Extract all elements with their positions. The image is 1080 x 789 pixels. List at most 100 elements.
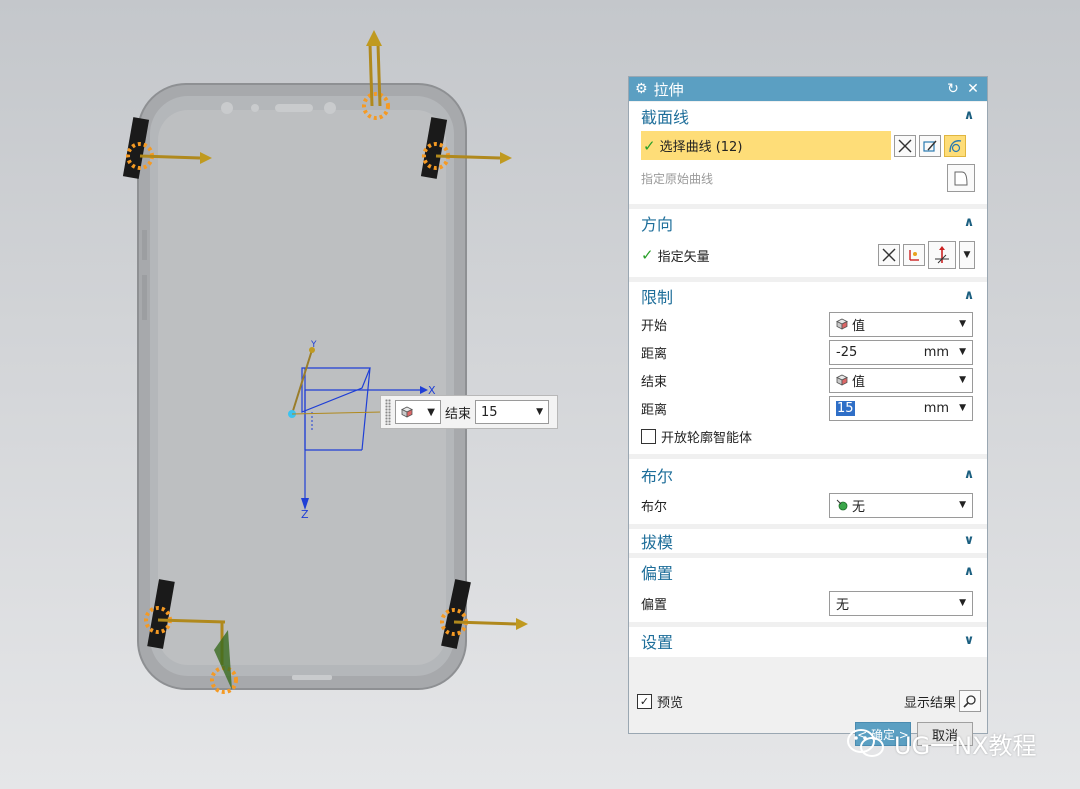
- start-type-value: 值: [852, 318, 866, 334]
- end-distance-input[interactable]: 15 mm ▼: [829, 395, 973, 421]
- deselect-icon[interactable]: [894, 134, 916, 157]
- chevron-down-icon[interactable]: ∨: [961, 633, 977, 649]
- open-profile-label: 开放轮廓智能体: [661, 430, 753, 446]
- limit-type-dropdown[interactable]: ▼: [395, 400, 441, 424]
- dialog-title: 拉伸: [653, 80, 684, 99]
- corner-handle-bottom-right[interactable]: [440, 579, 528, 649]
- end-distance-value: 15: [836, 400, 855, 416]
- group-header-settings[interactable]: 设置 ∨: [629, 627, 987, 655]
- group-header-limits[interactable]: 限制 ∧: [629, 282, 987, 310]
- dialog-body: 截面线 ∧ ✓ 选择曲线 (12) 指定原始曲线 方向 ∧ ✓ 指定矢量 ▼ 限…: [629, 102, 987, 746]
- boolean-value: 无: [852, 499, 866, 515]
- offset-value: 无: [836, 597, 850, 613]
- group-title-limits: 限制: [641, 288, 674, 307]
- group-header-direction[interactable]: 方向 ∧: [629, 209, 987, 237]
- group-header-boolean[interactable]: 布尔 ∧: [629, 459, 987, 491]
- group-title-draft: 拔模: [641, 533, 674, 552]
- chevron-up-icon[interactable]: ∧: [961, 288, 977, 304]
- group-title-settings: 设置: [641, 633, 674, 652]
- chevron-up-icon[interactable]: ∧: [961, 108, 977, 124]
- check-icon: ✓: [641, 246, 654, 264]
- open-profile-row: 开放轮廓智能体: [629, 422, 987, 450]
- group-offset: 偏置 ∧ 偏置 无 ▼: [629, 558, 987, 627]
- open-profile-checkbox[interactable]: [641, 428, 656, 444]
- reverse-direction-icon[interactable]: [878, 244, 900, 266]
- start-distance-row: 距离 -25 mm ▼: [629, 338, 987, 366]
- start-type-dropdown[interactable]: 值 ▼: [829, 311, 973, 337]
- select-curve-field[interactable]: ✓ 选择曲线 (12): [641, 131, 891, 160]
- close-icon[interactable]: ✕: [965, 81, 981, 97]
- group-settings: 设置 ∨: [629, 627, 987, 657]
- select-curve-label: 选择曲线 (12): [659, 140, 743, 155]
- end-distance-unit: mm: [923, 400, 950, 416]
- chevron-down-icon: ▼: [427, 406, 435, 418]
- start-distance-unit: mm: [923, 344, 950, 360]
- cube-icon: [836, 318, 848, 330]
- chevron-down-icon: ▼: [959, 347, 966, 357]
- end-row: 结束 值 ▼: [629, 366, 987, 394]
- show-result-label: 显示结果: [903, 695, 956, 711]
- chevron-up-icon[interactable]: ∧: [961, 467, 977, 483]
- specify-vector-label: 指定矢量: [657, 249, 710, 265]
- start-row: 开始 值 ▼: [629, 310, 987, 338]
- curve-select-icon[interactable]: [944, 134, 966, 157]
- chevron-up-icon[interactable]: ∧: [961, 564, 977, 580]
- select-curve-row: ✓ 选择曲线 (12): [629, 130, 987, 161]
- check-icon: ✓: [643, 136, 656, 155]
- dynamic-end-value-field[interactable]: 15 ▼: [475, 400, 550, 424]
- end-distance-row: 距离 15 mm ▼: [629, 394, 987, 422]
- chevron-down-icon[interactable]: ∨: [961, 533, 977, 549]
- chevron-down-icon: ▼: [959, 500, 966, 510]
- chevron-down-icon: ▼: [959, 319, 966, 329]
- group-section-curve: 截面线 ∧ ✓ 选择曲线 (12) 指定原始曲线: [629, 102, 987, 209]
- boolean-none-icon: [836, 499, 848, 511]
- gear-icon[interactable]: ⚙: [635, 81, 648, 97]
- chevron-down-icon[interactable]: ▼: [959, 241, 975, 269]
- offset-dropdown[interactable]: 无 ▼: [829, 590, 973, 616]
- end-type-dropdown[interactable]: 值 ▼: [829, 367, 973, 393]
- dynamic-input-box: ▼ 结束 15 ▼: [380, 395, 558, 429]
- end-type-value: 值: [852, 374, 866, 390]
- offset-row: 偏置 无 ▼: [629, 586, 987, 620]
- dialog-titlebar[interactable]: ⚙ 拉伸 ↻ ✕: [629, 77, 987, 101]
- start-distance-input[interactable]: -25 mm ▼: [829, 339, 973, 365]
- preview-row: ✓ 预览 显示结果: [629, 686, 987, 716]
- dynamic-end-label: 结束: [445, 406, 472, 422]
- drag-grip-icon[interactable]: [385, 399, 391, 425]
- boolean-row: 布尔 无 ▼: [629, 491, 987, 519]
- group-header-section-curve[interactable]: 截面线 ∧: [629, 102, 987, 130]
- group-header-draft[interactable]: 拔模 ∨: [629, 529, 987, 553]
- chevron-down-icon: ▼: [959, 598, 966, 608]
- sketch-section-icon[interactable]: [919, 134, 941, 157]
- dynamic-end-value: 15: [481, 404, 498, 420]
- reset-icon[interactable]: ↻: [945, 81, 961, 97]
- cube-icon: [836, 374, 848, 386]
- axis-label-z: Z: [301, 508, 309, 521]
- group-title-direction: 方向: [641, 215, 674, 234]
- preview-label: 预览: [657, 695, 684, 711]
- group-direction: 方向 ∧ ✓ 指定矢量 ▼: [629, 209, 987, 282]
- original-curve-icon[interactable]: [947, 164, 975, 192]
- group-title-section-curve: 截面线: [641, 108, 690, 127]
- cube-icon: [401, 406, 413, 418]
- group-header-offset[interactable]: 偏置 ∧: [629, 558, 987, 586]
- start-distance-value: -25: [836, 344, 858, 360]
- chevron-up-icon[interactable]: ∧: [961, 215, 977, 231]
- boolean-dropdown[interactable]: 无 ▼: [829, 492, 973, 518]
- wechat-icon: [847, 728, 884, 757]
- group-title-boolean: 布尔: [641, 467, 674, 486]
- specify-original-label: 指定原始曲线: [641, 171, 714, 186]
- magnifier-icon[interactable]: [959, 690, 981, 712]
- vector-dialog-icon[interactable]: [903, 244, 925, 266]
- group-title-offset: 偏置: [641, 564, 674, 583]
- axis-label-y: Y: [310, 340, 317, 350]
- specify-vector-row: ✓ 指定矢量 ▼: [629, 237, 987, 273]
- vector-type-icon[interactable]: [928, 241, 956, 269]
- chevron-down-icon: ▼: [959, 403, 966, 413]
- group-boolean: 布尔 ∧ 布尔 无 ▼: [629, 459, 987, 529]
- preview-checkbox[interactable]: ✓: [637, 693, 652, 709]
- watermark-text: UG一NX教程: [894, 732, 1037, 760]
- watermark: UG一NX教程: [846, 726, 1037, 761]
- chevron-down-icon: ▼: [536, 407, 544, 417]
- chevron-down-icon: ▼: [959, 375, 966, 385]
